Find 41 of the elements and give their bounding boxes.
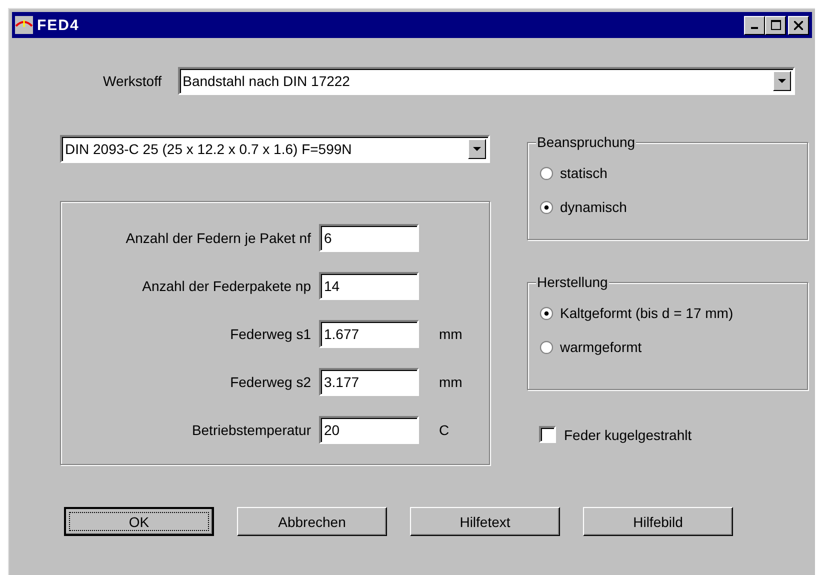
field-label: Betriebstemperatur: [190, 422, 311, 438]
unit-label: mm: [438, 326, 464, 342]
maximize-icon: [770, 20, 780, 30]
input-field[interactable]: 1.677: [319, 320, 419, 348]
radio-button[interactable]: [540, 200, 553, 214]
checkbox-label[interactable]: Feder kugelgestrahlt: [564, 426, 692, 442]
field-label: Federweg s2: [229, 374, 311, 390]
caret-icon: [473, 147, 481, 151]
minimize-button[interactable]: [744, 16, 765, 34]
radio-button[interactable]: [540, 340, 553, 354]
radio-button[interactable]: [540, 166, 553, 180]
input-field[interactable]: 20: [319, 416, 419, 444]
close-icon: [794, 20, 803, 30]
radio-label[interactable]: statisch: [560, 165, 608, 181]
input-field[interactable]: 14: [319, 272, 419, 300]
radio-label[interactable]: Kaltgeformt (bis d = 17 mm): [560, 305, 734, 321]
unit-label: C: [438, 422, 450, 438]
close-button[interactable]: [788, 16, 809, 34]
checkbox[interactable]: [539, 426, 556, 443]
dialog-button[interactable]: Hilfetext: [410, 507, 560, 536]
material-label: Werkstoff: [103, 73, 162, 89]
radio-label[interactable]: warmgeformt: [560, 339, 642, 355]
radio-button[interactable]: [540, 306, 553, 320]
group-title: Beanspruchung: [536, 134, 636, 150]
radio-label[interactable]: dynamisch: [560, 199, 627, 215]
maximize-button[interactable]: [765, 16, 786, 34]
input-field[interactable]: 6: [319, 224, 419, 252]
field-label: Federweg s1: [229, 326, 311, 342]
group-title: Herstellung: [536, 274, 609, 290]
window-title: FED4: [37, 16, 80, 34]
field-label: Anzahl der Federn je Paket nf: [124, 230, 311, 246]
spring-icon: [15, 16, 33, 34]
dialog-button[interactable]: Hilfebild: [583, 507, 733, 536]
caret-icon: [778, 79, 786, 83]
field-label: Anzahl der Federpakete np: [141, 278, 311, 294]
input-field[interactable]: 3.177: [319, 368, 419, 396]
spring-type-dropdown[interactable]: DIN 2093-C 25 (25 x 12.2 x 0.7 x 1.6) F=599N: [60, 135, 490, 163]
material-dropdown[interactable]: Bandstahl nach DIN 17222: [178, 67, 795, 95]
unit-label: mm: [438, 374, 464, 390]
dialog-button[interactable]: OK: [64, 507, 214, 536]
dialog-button[interactable]: Abbrechen: [237, 507, 387, 536]
